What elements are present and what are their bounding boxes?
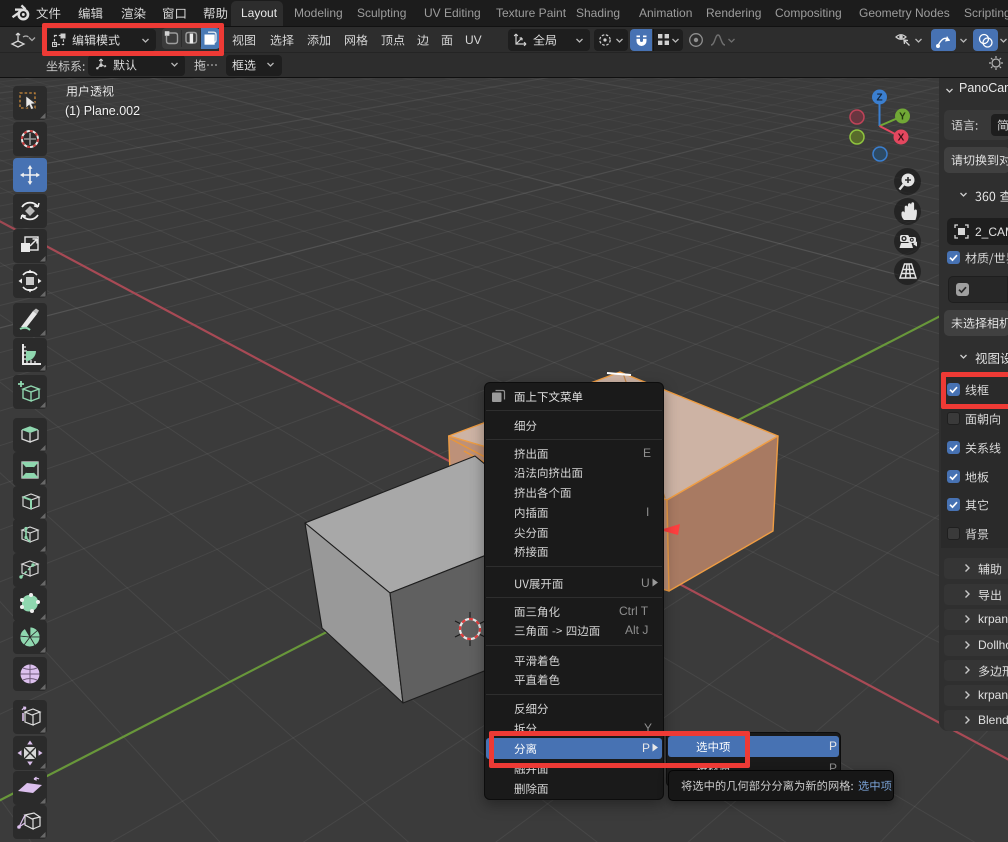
svg-text:Z: Z bbox=[876, 93, 882, 104]
svg-text:Y: Y bbox=[899, 112, 906, 123]
svg-text:X: X bbox=[898, 133, 905, 144]
